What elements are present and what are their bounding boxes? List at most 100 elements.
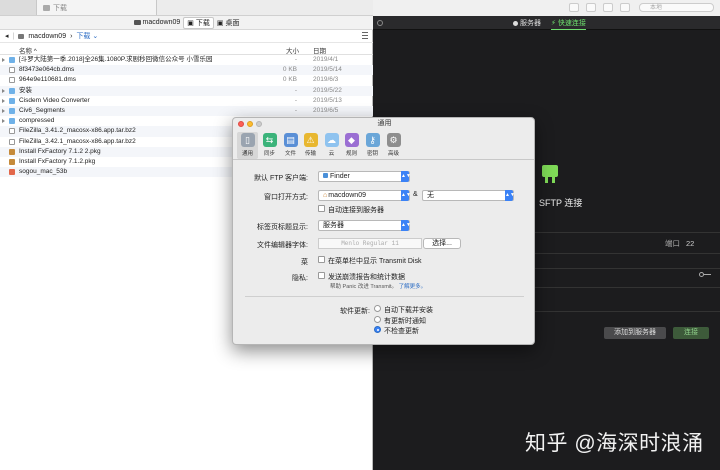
privacy-checkbox[interactable]: [318, 272, 325, 279]
watermark: 知乎 @海深时浪涌: [525, 432, 704, 455]
choose-font-button[interactable]: 选择...: [423, 238, 461, 249]
pill-label: 桌面: [225, 19, 240, 27]
list-item[interactable]: 964e9e110681.dms 0 KB 2019/6/3: [0, 75, 373, 85]
folder-icon: [43, 4, 50, 11]
sync-icon: ⇆: [262, 133, 277, 147]
select-value: Finder: [330, 173, 350, 180]
toolbar-transfer[interactable]: ⚠ 传输: [300, 132, 321, 157]
disclosure-triangle-icon[interactable]: [2, 119, 5, 124]
folder-icon: [9, 57, 15, 63]
file-name: 964e9e110681.dms: [19, 76, 76, 84]
file-name: Install FxFactory 7.1.2.pkg: [19, 157, 96, 165]
toolbar-files[interactable]: ▤ 文件: [280, 132, 301, 157]
file-date: 2019/5/22: [313, 86, 342, 94]
file-name: Install FxFactory 7.1.2 2.pkg: [19, 147, 101, 155]
plug-icon: [540, 165, 560, 185]
checkbox-label: 自动连接到服务器: [328, 207, 384, 214]
toolbar-label: 同步: [263, 151, 275, 157]
key-icon: ⚷: [365, 133, 380, 147]
toolbar-label: 传输: [304, 151, 316, 157]
column-name[interactable]: 名称 ^: [19, 45, 37, 55]
search-input[interactable]: 本地: [639, 3, 714, 12]
radio-notify[interactable]: [374, 316, 381, 323]
toolbar-label: 规则: [345, 151, 357, 157]
computer-icon: [18, 33, 25, 39]
editor-font-field: Menlo Regular 11: [318, 238, 422, 249]
folder-icon: [9, 97, 15, 104]
location-bar: macdown09 ▣ 下载 ▣ 桌面: [0, 16, 373, 30]
doc-icon: [9, 128, 15, 135]
tab-quick-connect[interactable]: ⚡ 快速连接: [551, 18, 586, 30]
disclosure-triangle-icon[interactable]: [2, 108, 5, 113]
list-item[interactable]: Civ6_Segments - 2019/6/5: [0, 105, 373, 117]
file-date: 2019/6/3: [313, 76, 339, 84]
port-field[interactable]: 端口 22: [665, 238, 694, 249]
add-to-servers-button[interactable]: 添加到服务器: [604, 327, 666, 339]
list-item[interactable]: Cisdem Video Converter - 2019/5/13: [0, 96, 373, 106]
list-item[interactable]: [斗罗大陆第一季.2018]全26集.1080P.求剧秒回微信公众号 小雪乐园 -…: [0, 55, 373, 65]
tab-servers[interactable]: 服务器: [513, 18, 541, 28]
list-item[interactable]: 8f3473e064cb.dms 0 KB 2019/5/14: [0, 65, 373, 76]
window-tab-strip: 下载: [0, 0, 373, 16]
close-icon[interactable]: [377, 20, 383, 26]
breadcrumb-current[interactable]: 下载 ⌄: [76, 31, 98, 41]
host-segment[interactable]: macdown09: [133, 19, 180, 26]
list-menu-icon[interactable]: [362, 32, 368, 40]
window-tab-previous[interactable]: [0, 0, 37, 15]
share-button[interactable]: [620, 3, 630, 12]
file-size: -: [294, 106, 297, 114]
toolbar-key[interactable]: ⚷ 密钥: [362, 132, 383, 157]
location-pill-desktop[interactable]: ▣ 桌面: [217, 18, 240, 28]
folder-icon: [9, 118, 15, 125]
learn-more-link[interactable]: 了解更多。: [399, 284, 427, 290]
field-label: 标签页标题显示:: [257, 224, 308, 231]
column-header: 名称 ^ 大小 日期: [0, 43, 373, 55]
default-ftp-client-select[interactable]: Finder ▲▼: [318, 171, 411, 182]
tab-title-row: 标签页标题显示: 服务器 ▲▼: [233, 220, 534, 233]
radio-never-check[interactable]: [374, 326, 381, 333]
disclosure-triangle-icon[interactable]: [2, 98, 5, 103]
tab-title-select[interactable]: 服务器 ▲▼: [318, 220, 411, 231]
connection-type-title: SFTP 连接: [539, 198, 583, 208]
help-label: 帮助 Panic 改进 Transmit。: [330, 284, 398, 290]
file-date: 2019/5/14: [313, 66, 342, 74]
toolbar-general[interactable]: ▯ 通用: [237, 132, 258, 159]
window-tab-downloads[interactable]: 下载: [37, 0, 157, 15]
location-pill-downloads[interactable]: ▣ 下载: [183, 16, 214, 29]
checkbox-label: 发送崩溃报告和统计数据: [328, 274, 405, 281]
menu-bar-checkbox[interactable]: [318, 256, 325, 263]
breadcrumb-root[interactable]: macdown09: [28, 33, 66, 40]
connect-button[interactable]: 连接: [673, 327, 709, 339]
field-label: 窗口打开方式:: [264, 194, 308, 201]
separator: |: [12, 32, 15, 40]
doc-icon: [9, 138, 15, 145]
toolbar-rules[interactable]: ◆ 规则: [341, 132, 362, 157]
pkg-icon: [9, 148, 15, 155]
toolbar-label: 高级: [387, 151, 399, 157]
pkg-icon: [9, 158, 15, 165]
auto-connect-checkbox[interactable]: [318, 205, 325, 212]
toolbar-advanced[interactable]: ⚙ 高级: [383, 132, 404, 157]
field-label: 文件编辑器字体:: [257, 242, 308, 249]
window-open-select[interactable]: ⌂macdown09 ▲▼: [318, 190, 411, 201]
toolbar-sync[interactable]: ⇆ 同步: [259, 132, 280, 157]
radio-auto-install[interactable]: [374, 305, 381, 312]
key-icon[interactable]: [699, 272, 711, 277]
folder-icon: [9, 107, 15, 114]
toolbar-button[interactable]: [586, 3, 596, 12]
window-open-second-select[interactable]: 无 ▲▼: [422, 190, 515, 201]
file-size: 0 KB: [282, 76, 297, 84]
column-size[interactable]: 大小: [286, 45, 299, 55]
toolbar-cloud[interactable]: ☁ 云: [321, 132, 342, 157]
files-icon: ▤: [283, 133, 298, 147]
disclosure-triangle-icon[interactable]: [2, 88, 5, 93]
doc-icon: [9, 67, 15, 74]
back-icon[interactable]: ◂: [5, 32, 9, 40]
select-value: 服务器: [323, 222, 344, 229]
list-item[interactable]: 安装 - 2019/5/22: [0, 85, 373, 96]
toolbar-button[interactable]: [569, 3, 579, 12]
toolbar-button[interactable]: [603, 3, 613, 12]
column-date[interactable]: 日期: [313, 45, 326, 55]
servers-icon: [513, 20, 518, 26]
disclosure-triangle-icon[interactable]: [2, 58, 5, 62]
